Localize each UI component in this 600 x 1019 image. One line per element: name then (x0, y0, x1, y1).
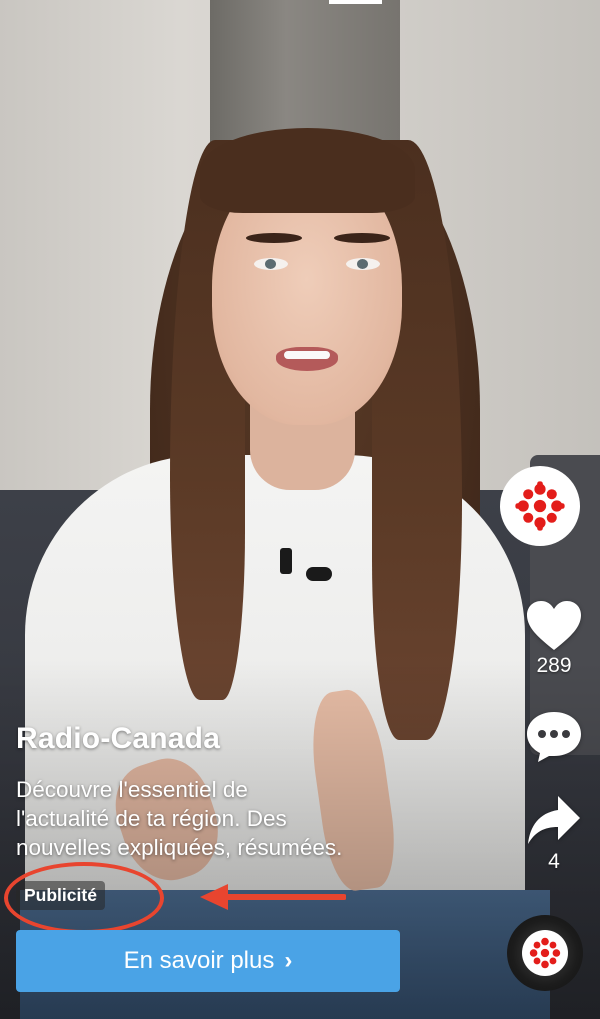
share-arrow-icon (528, 796, 580, 844)
chevron-right-icon: › (284, 947, 293, 974)
post-caption[interactable]: Découvre l'essentiel de l'actualité de t… (16, 775, 416, 862)
caption-line: nouvelles expliquées, résumées. (16, 835, 343, 860)
person-hair-top (200, 128, 415, 213)
like-button[interactable]: 289 (522, 600, 586, 678)
profile-avatar-button[interactable] (500, 466, 580, 546)
comment-button[interactable] (522, 710, 586, 764)
person-brow-right (334, 233, 390, 243)
top-indicator (329, 0, 382, 4)
person-mouth (276, 347, 338, 371)
person-brow-left (246, 233, 302, 243)
learn-more-label: En savoir plus (123, 947, 275, 974)
music-disc-label (522, 930, 568, 976)
share-button[interactable]: 4 (522, 792, 586, 874)
music-disc-button[interactable] (507, 915, 583, 991)
share-count: 4 (548, 850, 560, 873)
lapel-mic-head (306, 567, 332, 581)
annotation-arrow-icon (200, 884, 346, 910)
person-eye-left (254, 258, 288, 270)
caption-line: Découvre l'essentiel de (16, 777, 248, 802)
comment-bubble-icon (527, 712, 581, 762)
account-name[interactable]: Radio-Canada (16, 722, 220, 756)
person-eye-right (346, 258, 380, 270)
caption-line: l'actualité de ta région. Des (16, 806, 287, 831)
like-count: 289 (536, 654, 572, 677)
cbc-gem-icon (529, 937, 561, 969)
learn-more-button[interactable]: En savoir plus › (16, 930, 400, 992)
cbc-gem-icon (515, 481, 565, 531)
annotation-circle (4, 862, 164, 934)
heart-icon (527, 601, 581, 650)
lapel-mic (280, 548, 292, 574)
